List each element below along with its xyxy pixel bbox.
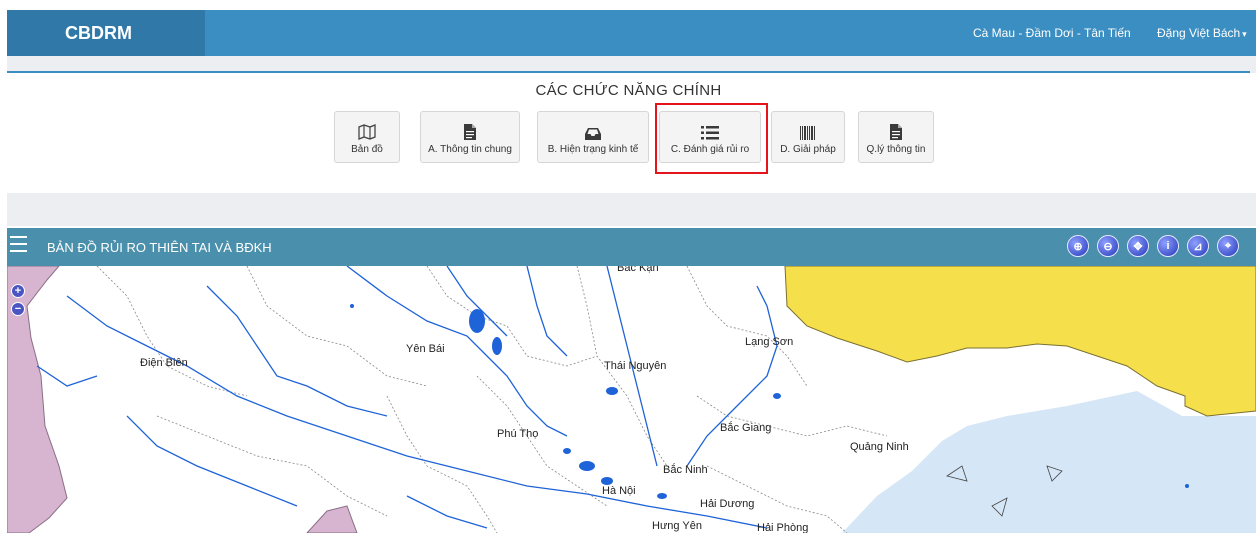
list-icon bbox=[701, 126, 719, 140]
map-title: BẢN ĐỒ RỦI RO THIÊN TAI VÀ BĐKH bbox=[47, 240, 272, 255]
zoom-in-button[interactable]: + bbox=[11, 284, 25, 298]
place-label: Bắc Ninh bbox=[663, 464, 708, 476]
place-label: Hà Nội bbox=[602, 485, 636, 497]
user-name: Đặng Việt Bách bbox=[1157, 26, 1241, 40]
function-button-economic-status[interactable]: B. Hiện trạng kinh tế bbox=[537, 111, 649, 163]
separator-band bbox=[7, 193, 1256, 226]
function-button-label: Bản đồ bbox=[351, 144, 383, 155]
map-header: BẢN ĐỒ RỦI RO THIÊN TAI VÀ BĐKH ⊕ ⊖ ✥ i … bbox=[7, 228, 1256, 266]
place-label: Quảng Ninh bbox=[850, 441, 909, 453]
info-tool-icon[interactable]: i bbox=[1157, 235, 1179, 257]
hamburger-menu-icon[interactable] bbox=[10, 236, 27, 256]
function-button-label: A. Thông tin chung bbox=[428, 144, 512, 155]
map-canvas[interactable]: + − Bắc Kạn Lạng Sơn Điện Biên Yên Bái T… bbox=[7, 266, 1256, 533]
place-label: Bắc Giang bbox=[720, 422, 772, 434]
zoom-in-tool-icon[interactable]: ⊕ bbox=[1067, 235, 1089, 257]
place-label: Lạng Sơn bbox=[745, 336, 794, 348]
top-navbar: CBDRM Cà Mau - Đầm Dơi - Tân Tiến Đặng V… bbox=[7, 10, 1256, 56]
caret-down-icon: ▾ bbox=[1242, 29, 1247, 39]
function-button-general-info[interactable]: A. Thông tin chung bbox=[420, 111, 520, 163]
user-menu[interactable]: Đặng Việt Bách ▾ bbox=[1157, 10, 1247, 56]
location-tool-icon[interactable]: ⌖ bbox=[1217, 235, 1239, 257]
function-button-label: Q.lý thông tin bbox=[866, 144, 926, 155]
zoom-out-tool-icon[interactable]: ⊖ bbox=[1097, 235, 1119, 257]
map-icon bbox=[358, 124, 376, 140]
inbox-icon bbox=[585, 128, 601, 140]
function-button-info-management[interactable]: Q.lý thông tin bbox=[858, 111, 934, 163]
place-label: Yên Bái bbox=[406, 343, 445, 355]
function-button-label: B. Hiện trạng kinh tế bbox=[547, 144, 639, 155]
zoom-out-button[interactable]: − bbox=[11, 302, 25, 316]
main-functions-panel: CÁC CHỨC NĂNG CHÍNH Bản đồ A. Thông tin … bbox=[7, 71, 1250, 193]
barcode-icon bbox=[800, 126, 815, 140]
function-button-label: D. Giải pháp bbox=[780, 144, 836, 155]
location-selector[interactable]: Cà Mau - Đầm Dơi - Tân Tiến bbox=[973, 10, 1131, 56]
place-label: Hải Dương bbox=[700, 498, 755, 510]
document-icon bbox=[464, 124, 476, 140]
brand-logo[interactable]: CBDRM bbox=[7, 10, 205, 56]
place-label: Hưng Yên bbox=[652, 520, 702, 532]
document-icon bbox=[890, 124, 902, 140]
function-button-map[interactable]: Bản đồ bbox=[334, 111, 400, 163]
place-label: Phú Thọ bbox=[497, 428, 539, 440]
place-label: Thái Nguyên bbox=[604, 360, 667, 372]
function-button-risk-assessment[interactable]: C. Đánh giá rủi ro bbox=[659, 111, 761, 163]
place-label: Điện Biên bbox=[140, 357, 188, 369]
place-label: Bắc Kạn bbox=[617, 266, 659, 274]
functions-title: CÁC CHỨC NĂNG CHÍNH bbox=[535, 82, 722, 99]
measure-tool-icon[interactable]: ⊿ bbox=[1187, 235, 1209, 257]
place-label: Hải Phòng bbox=[757, 522, 809, 533]
function-button-solutions[interactable]: D. Giải pháp bbox=[771, 111, 845, 163]
pan-tool-icon[interactable]: ✥ bbox=[1127, 235, 1149, 257]
function-button-label: C. Đánh giá rủi ro bbox=[670, 144, 750, 155]
